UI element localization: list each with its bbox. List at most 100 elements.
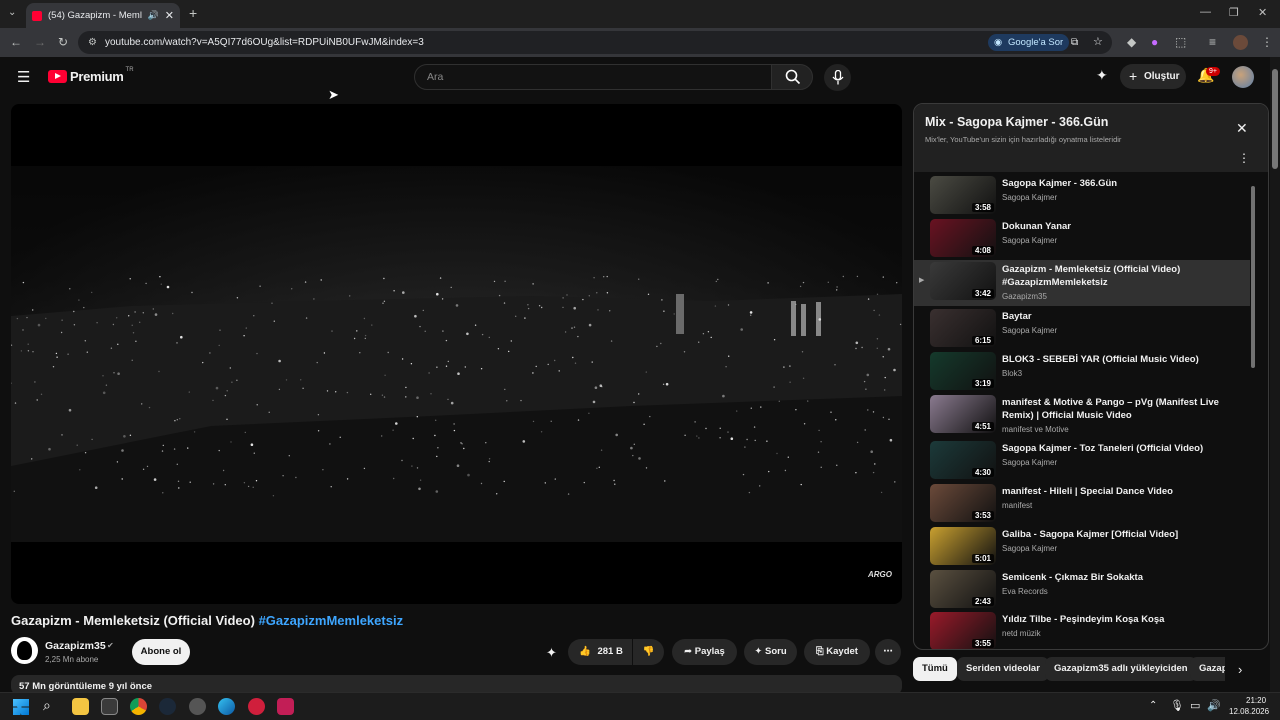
playlist-item[interactable]: 4:08 Dokunan Yanar Sagopa Kajmer	[914, 217, 1250, 260]
install-app-icon[interactable]: ⧉	[1071, 31, 1078, 54]
google-lens-icon: ◉	[994, 37, 1003, 48]
filter-chip[interactable]: Tümü	[913, 657, 957, 681]
explore-icon[interactable]: ✦	[1096, 67, 1108, 84]
share-button[interactable]: ➦ Paylaş	[672, 639, 737, 665]
ask-google-button[interactable]: ◉ Google'a Sor	[988, 34, 1070, 51]
playlist-title[interactable]: Mix - Sagopa Kajmer - 366.Gün	[925, 115, 1108, 129]
page-scrollbar[interactable]	[1270, 57, 1280, 692]
forward-icon[interactable]: →	[34, 35, 46, 49]
edge-icon[interactable]	[218, 698, 235, 715]
hamburger-menu-icon[interactable]: ☰	[17, 68, 30, 86]
video-thumbnail: 3:53	[930, 484, 996, 522]
store-icon[interactable]	[101, 698, 118, 715]
tray-network-icon[interactable]: ▭	[1190, 699, 1200, 712]
playlist-item[interactable]: ▶ 3:42 Gazapizm - Memleketsiz (Official Vi…	[914, 260, 1250, 306]
clock-date[interactable]: 12.08.2026	[1229, 707, 1269, 716]
close-window-button[interactable]: ✕	[1258, 6, 1267, 19]
playlist-item[interactable]: 6:15 Baytar Sagopa Kajmer	[914, 307, 1250, 350]
dislike-button[interactable]: 👎	[633, 639, 664, 665]
new-tab-button[interactable]: +	[189, 5, 197, 21]
close-playlist-icon[interactable]: ✕	[1236, 120, 1248, 137]
thumbs-down-icon: 👎	[642, 646, 655, 657]
filter-chip[interactable]: Seriden videolar	[957, 657, 1049, 681]
notification-count-badge: 9+	[1206, 67, 1220, 76]
video-thumbnail: 3:19	[930, 352, 996, 390]
playlist-subtitle: Mix'ler, YouTube'un sizin için hazırladı…	[925, 135, 1122, 144]
browser-tab-active[interactable]: (54) Gazapizm - Memleketsiz 🔊 ✕	[26, 3, 180, 28]
app-icon-pink[interactable]	[277, 698, 294, 715]
reload-icon[interactable]: ↻	[58, 35, 68, 49]
logo-text: Premium	[70, 69, 124, 84]
like-button[interactable]: 👍 281 B	[568, 639, 632, 665]
video-thumbnail: 3:42	[930, 262, 996, 300]
playlist-item[interactable]: 3:53 manifest - Hileli | Special Dance Vi…	[914, 482, 1250, 525]
tab-audio-icon[interactable]: 🔊	[148, 10, 159, 21]
playlist-item[interactable]: 3:58 Sagopa Kajmer - 366.Gün Sagopa Kajmer	[914, 174, 1250, 217]
tray-volume-icon[interactable]: 🔊	[1207, 699, 1221, 712]
profile-avatar[interactable]	[1233, 35, 1248, 50]
windows-start-icon[interactable]	[13, 699, 29, 715]
playlist-item[interactable]: 3:55 Yıldız Tilbe - Peşindeyim Koşa Koşa n…	[914, 610, 1250, 649]
browser-toolbar: ← → ↻ ⚙ youtube.com/watch?v=A5QI77d6OUg&…	[0, 28, 1280, 57]
playlist-menu-icon[interactable]: ⋮	[1238, 151, 1250, 165]
hashtag-link[interactable]: #GazapizmMemleketsiz	[259, 613, 404, 628]
tab-close-icon[interactable]: ✕	[165, 9, 174, 22]
subscribe-button[interactable]: Abone ol	[132, 639, 190, 665]
ask-button[interactable]: ✦ Soru	[744, 639, 797, 665]
channel-name[interactable]: Gazapizm35	[45, 640, 106, 652]
like-count: 281 B	[597, 646, 623, 657]
filter-chip[interactable]: Gazapizm35 adlı yükleyiciden	[1045, 657, 1197, 681]
chrome-icon[interactable]	[130, 698, 147, 715]
create-button[interactable]: + Oluştur	[1120, 64, 1186, 89]
filter-chip[interactable]: Gazapizm	[1190, 657, 1225, 681]
youtube-play-logo-icon	[48, 70, 67, 83]
video-thumbnail: 5:01	[930, 527, 996, 565]
verified-icon: ✔	[107, 641, 114, 650]
playlist-item[interactable]: 5:01 Galiba - Sagopa Kajmer [Official Vid…	[914, 525, 1250, 568]
playlist-item[interactable]: 4:30 Sagopa Kajmer - Toz Taneleri (Offici…	[914, 439, 1250, 482]
search-button[interactable]	[771, 64, 813, 90]
save-button[interactable]: ⎘ Kaydet	[804, 639, 870, 665]
playlist-item[interactable]: 3:19 BLOK3 - SEBEBİ YAR (Official Music V…	[914, 350, 1250, 393]
extension-icon-1[interactable]: ◆	[1127, 35, 1136, 49]
channel-avatar[interactable]	[11, 637, 38, 664]
playlist-item-channel: Gazapizm35	[1002, 292, 1047, 301]
chips-next-icon[interactable]: ›	[1238, 662, 1242, 677]
playlist-header: Mix - Sagopa Kajmer - 366.Gün Mix'ler, Y…	[914, 104, 1268, 172]
tray-chevron-icon[interactable]: ⌃	[1149, 700, 1157, 711]
city-night-scene	[11, 166, 902, 542]
clock-time[interactable]: 21:20	[1246, 696, 1266, 705]
ask-ai-icon[interactable]: ✦	[546, 645, 557, 661]
tray-mic-icon[interactable]: 🎙	[1170, 699, 1184, 712]
video-thumbnail: 2:43	[930, 570, 996, 608]
voice-search-button[interactable]	[824, 64, 851, 91]
extension-icon-2[interactable]: ●	[1151, 35, 1158, 49]
back-icon[interactable]: ←	[10, 35, 22, 49]
more-actions-button[interactable]: ⋯	[875, 639, 901, 665]
playlist-item[interactable]: 4:51 manifest & Motive & Pango – pVg (Man…	[914, 393, 1250, 439]
app-icon-github[interactable]	[189, 698, 206, 715]
file-explorer-icon[interactable]	[72, 698, 89, 715]
steam-icon[interactable]	[159, 698, 176, 715]
minimize-button[interactable]: —	[1200, 6, 1211, 18]
tab-search-icon[interactable]: ⌄	[8, 7, 16, 18]
playlist-scrollbar[interactable]	[1251, 186, 1255, 368]
bookmark-star-icon[interactable]: ☆	[1093, 31, 1103, 54]
restore-button[interactable]: ❐	[1229, 6, 1239, 19]
search-input[interactable]: Ara	[414, 64, 772, 90]
playlist-item[interactable]: 2:43 Semicenk - Çıkmaz Bir Sokakta Eva Rec…	[914, 568, 1250, 611]
extensions-puzzle-icon[interactable]: ⬚	[1175, 35, 1186, 49]
youtube-logo[interactable]: Premium TR	[48, 67, 134, 84]
reading-list-icon[interactable]: ≡	[1209, 35, 1216, 49]
playlist-item-title: Galiba - Sagopa Kajmer [Official Video]	[1002, 529, 1179, 540]
video-duration: 4:30	[971, 468, 994, 477]
address-bar[interactable]: ⚙ youtube.com/watch?v=A5QI77d6OUg&list=R…	[78, 31, 1112, 54]
video-player[interactable]: ARGO	[11, 104, 902, 604]
chrome-menu-icon[interactable]: ⋮	[1261, 35, 1273, 49]
video-duration: 3:42	[971, 289, 994, 298]
account-avatar[interactable]	[1232, 66, 1254, 88]
app-icon-red[interactable]	[248, 698, 265, 715]
video-thumbnail: 6:15	[930, 309, 996, 347]
site-info-icon[interactable]: ⚙	[88, 31, 97, 54]
taskbar-search-icon[interactable]: ⌕	[43, 697, 51, 714]
